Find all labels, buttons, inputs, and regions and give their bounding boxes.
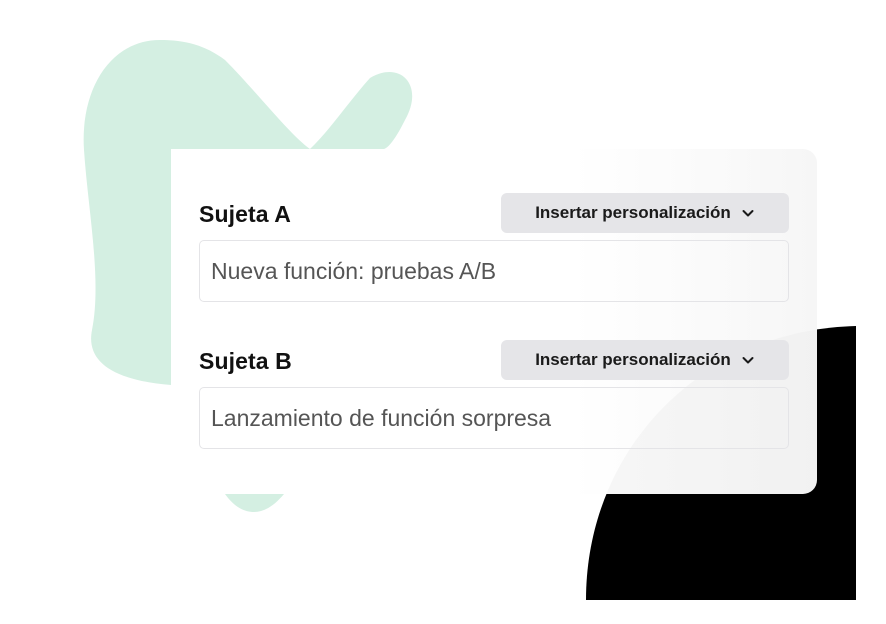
subject-b-input[interactable]: Lanzamiento de función sorpresa — [199, 387, 789, 449]
dropdown-label: Insertar personalización — [535, 350, 731, 369]
insert-personalization-dropdown-a[interactable]: Insertar personalización — [501, 193, 789, 233]
insert-personalization-dropdown-b[interactable]: Insertar personalización — [501, 340, 789, 380]
subject-lines-card: Sujeta A Insertar personalización Nueva … — [171, 149, 817, 494]
subject-a-input[interactable]: Nueva función: pruebas A/B — [199, 240, 789, 302]
dropdown-label: Insertar personalización — [535, 203, 731, 222]
subject-b-label: Sujeta B — [199, 348, 292, 374]
mint-drip-shape — [225, 494, 284, 512]
chevron-down-icon — [742, 357, 754, 364]
subject-a-label: Sujeta A — [199, 201, 291, 227]
chevron-down-icon — [742, 210, 754, 217]
